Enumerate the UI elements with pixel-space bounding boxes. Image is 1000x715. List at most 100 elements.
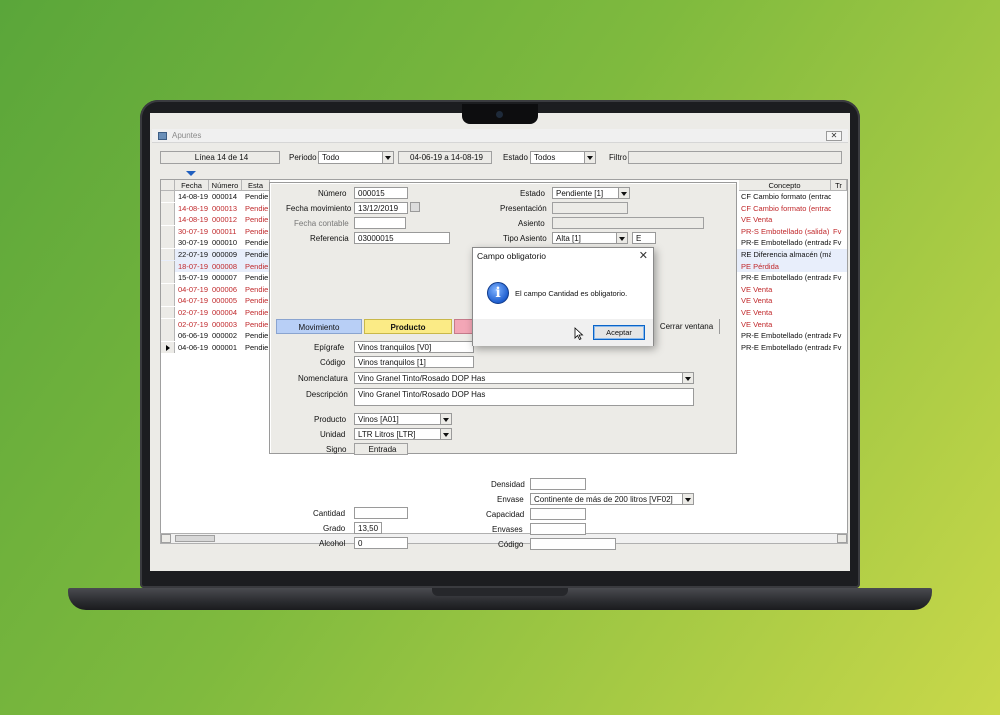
cell-concepto: PR-E Embotellado (entrada	[741, 273, 831, 283]
estado-select[interactable]: Pendiente [1]	[552, 187, 630, 199]
row-indicator[interactable]	[161, 283, 175, 295]
codigo2-field[interactable]	[530, 538, 616, 550]
current-row-marker-icon	[186, 171, 196, 176]
chevron-down-icon[interactable]	[584, 152, 595, 163]
epigrafe-label: Epígrafe	[314, 343, 345, 352]
capacidad-field[interactable]	[530, 508, 586, 520]
cell-estado: Pendie	[245, 203, 269, 213]
nomenclatura-select[interactable]: Vino Granel Tinto/Rosado DOP Has	[354, 372, 694, 384]
row-indicator[interactable]	[161, 214, 175, 226]
row-indicator[interactable]	[161, 249, 175, 260]
column-header-fecha[interactable]: Fecha	[175, 180, 209, 191]
row-indicator[interactable]	[161, 191, 175, 202]
fecha-contable-label: Fecha contable	[294, 219, 349, 228]
grado-field[interactable]: 13,50	[354, 522, 382, 534]
row-indicator[interactable]	[161, 272, 175, 284]
presentacion-field	[552, 202, 628, 214]
alcohol-field[interactable]: 0	[354, 537, 408, 549]
periodo-value: Todo	[322, 153, 340, 162]
tab-producto[interactable]: Producto	[364, 319, 452, 334]
envase-select[interactable]: Continente de más de 200 litros [VF02]	[530, 493, 694, 505]
producto-select[interactable]: Vinos [A01]	[354, 413, 452, 425]
tab-movimiento[interactable]: Movimiento	[276, 319, 362, 334]
column-header-numero[interactable]: Número	[209, 180, 242, 191]
densidad-label: Densidad	[491, 480, 525, 489]
tipo-asiento-value: Alta [1]	[556, 234, 581, 243]
dialog-close-icon[interactable]: ✕	[639, 249, 648, 262]
cell-concepto: VE Venta	[741, 296, 773, 306]
cell-tr: Fv	[833, 331, 842, 341]
chevron-down-icon[interactable]	[618, 188, 629, 198]
column-header-estado[interactable]: Esta	[242, 180, 270, 191]
signo-field: Entrada	[354, 443, 408, 455]
column-header-concepto[interactable]: Concepto	[739, 180, 831, 191]
producto-value: Vinos [A01]	[358, 415, 399, 424]
alcohol-label: Alcohol	[319, 539, 346, 548]
chevron-down-icon[interactable]	[616, 233, 627, 243]
row-indicator[interactable]	[161, 202, 175, 214]
tipo-asiento-select[interactable]: Alta [1]	[552, 232, 628, 244]
periodo-select[interactable]: Todo	[318, 151, 394, 164]
cantidad-field[interactable]	[354, 507, 408, 519]
unidad-select[interactable]: LTR Litros [LTR]	[354, 428, 452, 440]
estado-filter-label: Estado	[503, 153, 528, 162]
envases-field[interactable]	[530, 523, 586, 535]
tab-pink[interactable]	[454, 319, 474, 334]
unidad-value: LTR Litros [LTR]	[358, 430, 416, 439]
scroll-right-icon[interactable]	[837, 534, 847, 543]
chevron-down-icon[interactable]	[682, 494, 693, 504]
column-header-tr[interactable]: Tr	[831, 180, 847, 191]
scroll-thumb[interactable]	[175, 535, 215, 542]
chevron-down-icon[interactable]	[382, 152, 393, 163]
app-icon	[158, 132, 167, 140]
row-indicator[interactable]	[161, 307, 175, 318]
chevron-down-icon[interactable]	[440, 414, 451, 424]
cell-fecha: 30-07-19	[178, 238, 209, 248]
referencia-field[interactable]: 03000015	[354, 232, 450, 244]
chevron-down-icon[interactable]	[440, 429, 451, 439]
row-indicator[interactable]	[161, 225, 175, 237]
row-indicator[interactable]	[161, 330, 175, 342]
cell-tr: Fv	[833, 342, 842, 352]
nomenclatura-label: Nomenclatura	[298, 374, 348, 383]
densidad-field[interactable]	[530, 478, 586, 490]
scroll-left-icon[interactable]	[161, 534, 171, 543]
row-indicator[interactable]	[161, 341, 175, 353]
cell-concepto: PR-S Embotellado (salida)	[741, 226, 830, 236]
tipo-asiento-code[interactable]: E	[632, 232, 656, 244]
row-indicator[interactable]	[161, 260, 175, 272]
row-indicator[interactable]	[161, 237, 175, 249]
row-indicator[interactable]	[161, 295, 175, 307]
codigo-field[interactable]: Vinos tranquilos [1]	[354, 356, 474, 368]
close-icon[interactable]: ✕	[826, 131, 842, 141]
row-indicator[interactable]	[161, 318, 175, 330]
fecha-contable-field[interactable]	[354, 217, 406, 229]
chevron-down-icon[interactable]	[682, 373, 693, 383]
mouse-cursor-icon	[574, 327, 584, 341]
filtro-input[interactable]	[628, 151, 842, 164]
cell-tr: Fv	[833, 238, 842, 248]
descripcion-field[interactable]: Vino Granel Tinto/Rosado DOP Has	[354, 388, 694, 406]
cell-numero: 000010	[212, 238, 238, 248]
cell-fecha: 04-07-19	[178, 296, 209, 306]
calendar-icon[interactable]	[410, 202, 420, 212]
cell-numero: 000003	[212, 319, 238, 329]
cell-concepto: PR-E Embotellado (entrada	[741, 331, 831, 341]
toolbar: Línea 14 de 14 Periodo Todo 04-06-19 a 1…	[152, 147, 848, 167]
tab-cerrar-ventana[interactable]: Cerrar ventana	[654, 319, 720, 334]
numero-field[interactable]: 000015	[354, 187, 408, 199]
window-titlebar: Apuntes ✕	[152, 129, 848, 143]
epigrafe-field[interactable]: Vinos tranquilos [V0]	[354, 341, 474, 353]
cell-fecha: 04-06-19	[178, 342, 209, 352]
aceptar-button[interactable]: Aceptar	[593, 325, 645, 340]
cell-fecha: 22-07-19	[178, 250, 209, 259]
estado-filter-select[interactable]: Todos	[530, 151, 596, 164]
cell-concepto: CF Cambio formato (entrada	[741, 203, 831, 213]
cell-numero: 000004	[212, 308, 238, 317]
fecha-movimiento-field[interactable]: 13/12/2019	[354, 202, 408, 214]
envase-value: Continente de más de 200 litros [VF02]	[534, 495, 673, 504]
fecha-movimiento-label: Fecha movimiento	[286, 204, 352, 213]
capacidad-label: Capacidad	[486, 510, 525, 519]
cell-fecha: 14-08-19	[178, 215, 209, 225]
cell-estado: Pendie	[245, 308, 269, 317]
